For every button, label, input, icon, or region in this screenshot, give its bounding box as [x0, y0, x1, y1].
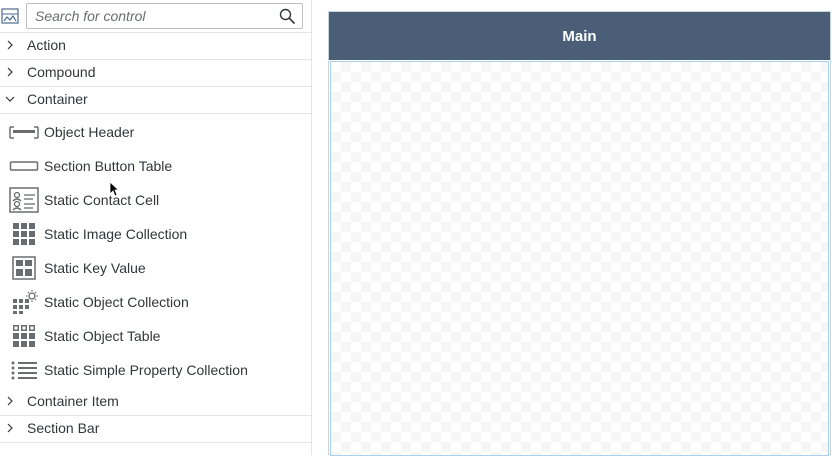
key-value-icon	[12, 256, 36, 280]
chevron-right-icon	[7, 67, 13, 77]
group-section-bar[interactable]: Section Bar	[0, 415, 312, 442]
page-canvas[interactable]: Main	[328, 11, 831, 456]
group-action[interactable]: Action	[0, 32, 312, 59]
search-input[interactable]	[27, 4, 267, 28]
object-header-icon	[9, 126, 39, 139]
group-action-label: Action	[27, 37, 66, 53]
group-container[interactable]: Container	[0, 86, 312, 114]
control-static-key-value[interactable]: Static Key Value	[0, 251, 312, 285]
mouse-cursor-icon	[109, 181, 119, 197]
object-collection-icon	[13, 290, 38, 314]
control-label: Static Object Table	[44, 328, 161, 344]
control-label: Static Contact Cell	[44, 192, 160, 208]
image-grid-icon	[13, 223, 35, 245]
group-compound-label: Compound	[27, 64, 96, 80]
control-label: Static Key Value	[44, 260, 146, 276]
list-icon	[11, 361, 37, 380]
control-static-object-table[interactable]: Static Object Table	[0, 319, 312, 353]
control-static-object-collection[interactable]: Static Object Collection	[0, 285, 312, 319]
page-header[interactable]: Main	[329, 12, 830, 60]
page-title: Main	[562, 27, 597, 45]
group-compound[interactable]: Compound	[0, 59, 312, 86]
control-object-header[interactable]: Object Header	[0, 115, 312, 149]
control-label: Object Header	[44, 124, 135, 140]
chevron-right-icon	[7, 40, 13, 50]
control-label: Static Object Collection	[44, 294, 189, 310]
section-button-table-icon	[9, 161, 39, 171]
palette-view-icon[interactable]	[1, 8, 19, 24]
group-container-item-label: Container Item	[27, 393, 119, 409]
page-drop-area[interactable]	[330, 61, 829, 456]
chevron-right-icon	[7, 396, 13, 406]
search-icon[interactable]	[279, 8, 295, 24]
group-container-item[interactable]: Container Item	[0, 389, 312, 416]
control-label: Static Simple Property Collection	[44, 362, 248, 378]
control-palette: Action Compound Container Object Header …	[0, 0, 312, 455]
group-section-bar-label: Section Bar	[27, 420, 100, 436]
contact-cell-icon	[9, 187, 39, 213]
chevron-right-icon	[7, 423, 13, 433]
control-static-image-collection[interactable]: Static Image Collection	[0, 217, 312, 251]
chevron-down-icon	[5, 96, 15, 102]
palette-toolbar	[0, 0, 312, 32]
group-container-label: Container	[27, 91, 88, 107]
control-static-simple-property-collection[interactable]: Static Simple Property Collection	[0, 353, 312, 387]
control-label: Section Button Table	[44, 158, 173, 174]
control-static-contact-cell[interactable]: Static Contact Cell	[0, 183, 312, 217]
divider	[0, 442, 312, 443]
object-table-icon	[13, 325, 35, 347]
control-section-button-table[interactable]: Section Button Table	[0, 149, 312, 183]
search-box	[26, 3, 303, 29]
control-label: Static Image Collection	[44, 226, 188, 242]
